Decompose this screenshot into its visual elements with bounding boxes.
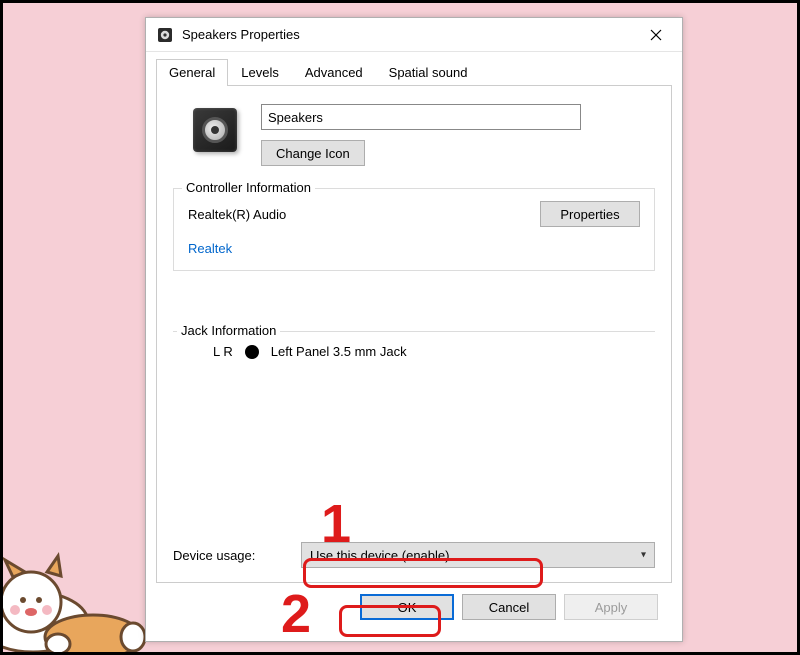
window-title: Speakers Properties — [182, 27, 636, 42]
controller-vendor-link[interactable]: Realtek — [188, 241, 232, 256]
controller-properties-button[interactable]: Properties — [540, 201, 640, 227]
jack-channels: L R — [213, 344, 233, 359]
apply-button[interactable]: Apply — [564, 594, 658, 620]
controller-name: Realtek(R) Audio — [188, 207, 286, 222]
tab-general[interactable]: General — [156, 59, 228, 86]
jack-color-dot — [245, 345, 259, 359]
tab-levels[interactable]: Levels — [228, 59, 292, 86]
properties-dialog: Speakers Properties General Levels Advan… — [145, 17, 683, 642]
ok-button[interactable]: OK — [360, 594, 454, 620]
device-name-input[interactable] — [261, 104, 581, 130]
device-usage-select[interactable]: Use this device (enable) ▾ — [301, 542, 655, 568]
jack-description: Left Panel 3.5 mm Jack — [271, 344, 407, 359]
speaker-icon — [156, 26, 174, 44]
controller-info-group: Controller Information Realtek(R) Audio … — [173, 188, 655, 271]
device-usage-value: Use this device (enable) — [310, 548, 449, 563]
close-button[interactable] — [636, 21, 676, 49]
jack-legend: Jack Information — [177, 323, 280, 338]
dialog-footer: OK Cancel Apply — [156, 583, 672, 631]
tab-strip: General Levels Advanced Spatial sound — [156, 58, 672, 86]
controller-legend: Controller Information — [182, 180, 315, 195]
cancel-button[interactable]: Cancel — [462, 594, 556, 620]
tab-spatial-sound[interactable]: Spatial sound — [376, 59, 481, 86]
device-icon — [193, 108, 237, 152]
change-icon-button[interactable]: Change Icon — [261, 140, 365, 166]
tab-body-general: Change Icon Controller Information Realt… — [156, 86, 672, 583]
device-usage-label: Device usage: — [173, 548, 283, 563]
jack-info-group: Jack Information L R Left Panel 3.5 mm J… — [173, 331, 655, 373]
chevron-down-icon: ▾ — [641, 550, 646, 561]
tab-advanced[interactable]: Advanced — [292, 59, 376, 86]
close-icon — [650, 29, 662, 41]
dialog-content: General Levels Advanced Spatial sound Ch… — [146, 52, 682, 641]
titlebar: Speakers Properties — [146, 18, 682, 52]
